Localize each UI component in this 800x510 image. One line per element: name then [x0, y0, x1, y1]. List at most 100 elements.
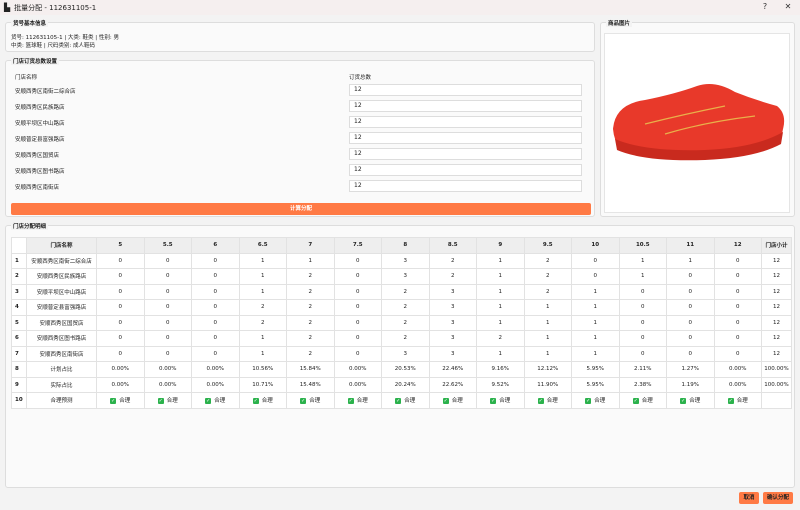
order-total-input[interactable]: 12 [349, 100, 582, 112]
cell[interactable]: 2 [286, 299, 335, 316]
cell[interactable]: 0 [713, 252, 762, 269]
cell[interactable]: 0 [191, 268, 240, 285]
order-total-input[interactable]: 12 [349, 116, 582, 128]
cell[interactable]: 0.00% [143, 376, 192, 393]
cell[interactable]: 15.48% [286, 376, 335, 393]
cell[interactable]: 0.00% [713, 361, 762, 378]
cell[interactable]: 0 [713, 268, 762, 285]
cell[interactable]: 100.00% [761, 376, 792, 393]
order-total-input[interactable]: 12 [349, 84, 582, 96]
cell[interactable]: 0.00% [96, 361, 145, 378]
help-button[interactable]: ? [758, 2, 772, 11]
cell[interactable]: 0 [618, 283, 667, 300]
checkbox-checked-icon[interactable]: ✓ [490, 397, 497, 404]
cell[interactable]: 0 [143, 268, 192, 285]
cancel-button[interactable]: 取消 [739, 492, 759, 504]
cell[interactable]: 0 [143, 314, 192, 331]
cell[interactable]: 3 [428, 314, 477, 331]
cell[interactable]: 1 [476, 268, 525, 285]
check-cell[interactable]: ✓ 合理 [381, 392, 430, 409]
cell[interactable]: 5.95% [571, 376, 620, 393]
cell[interactable]: 1 [476, 345, 525, 362]
cell[interactable]: 12 [761, 299, 792, 316]
cell[interactable]: 0 [96, 330, 145, 347]
checkbox-checked-icon[interactable]: ✓ [680, 397, 687, 404]
cell[interactable]: 1.19% [666, 376, 715, 393]
cell[interactable]: 1 [571, 330, 620, 347]
cell[interactable]: 0.00% [191, 361, 240, 378]
cell[interactable]: 100.00% [761, 361, 792, 378]
cell[interactable]: 2 [381, 299, 430, 316]
cell[interactable]: 20.24% [381, 376, 430, 393]
cell[interactable]: 0 [666, 330, 715, 347]
cell[interactable]: 1.27% [666, 361, 715, 378]
cell[interactable]: 0 [333, 299, 382, 316]
cell[interactable]: 3 [428, 345, 477, 362]
cell[interactable]: 1 [286, 252, 335, 269]
row-label[interactable]: 安顺西秀区图书路店 [26, 330, 97, 347]
cell[interactable]: 2 [428, 268, 477, 285]
cell[interactable]: 0 [333, 283, 382, 300]
cell[interactable]: 0 [618, 299, 667, 316]
cell[interactable]: 3 [381, 345, 430, 362]
row-label[interactable]: 安顺西秀区国贸店 [26, 314, 97, 331]
cell[interactable]: 12 [761, 268, 792, 285]
row-label[interactable]: 实际占比 [26, 376, 97, 393]
cell[interactable]: 0 [713, 330, 762, 347]
cell[interactable]: 2 [476, 330, 525, 347]
cell[interactable]: 2.38% [618, 376, 667, 393]
cell[interactable]: 2 [286, 283, 335, 300]
checkbox-checked-icon[interactable]: ✓ [205, 397, 212, 404]
cell[interactable]: 0 [666, 314, 715, 331]
row-label[interactable]: 安顺西秀区南街二综合店 [26, 252, 97, 269]
cell[interactable]: 12 [761, 283, 792, 300]
cell[interactable]: 12 [761, 252, 792, 269]
order-total-input[interactable]: 12 [349, 164, 582, 176]
cell[interactable]: 10.56% [238, 361, 287, 378]
cell[interactable]: 0 [713, 314, 762, 331]
cell[interactable]: 0 [666, 299, 715, 316]
cell[interactable]: 12 [761, 330, 792, 347]
cell[interactable]: 0.00% [713, 376, 762, 393]
check-cell[interactable]: ✓ 合理 [191, 392, 240, 409]
cell[interactable]: 3 [428, 283, 477, 300]
cell[interactable]: 0 [618, 330, 667, 347]
row-label[interactable]: 安顺西秀区民族路店 [26, 268, 97, 285]
row-label[interactable]: 安顺普定县富强路店 [26, 299, 97, 316]
cell[interactable]: 20.53% [381, 361, 430, 378]
cell[interactable]: 2 [523, 268, 572, 285]
cell[interactable]: 0 [191, 252, 240, 269]
cell[interactable]: 0 [143, 299, 192, 316]
cell[interactable]: 0 [96, 314, 145, 331]
cell[interactable]: 0 [333, 345, 382, 362]
cell[interactable]: 5.95% [571, 361, 620, 378]
checkbox-checked-icon[interactable]: ✓ [347, 397, 354, 404]
cell[interactable]: 0 [713, 299, 762, 316]
cell[interactable]: 0 [191, 314, 240, 331]
check-cell[interactable]: ✓ 合理 [286, 392, 335, 409]
cell[interactable]: 1 [476, 283, 525, 300]
cell[interactable]: 0 [618, 314, 667, 331]
cell[interactable]: 1 [571, 283, 620, 300]
cell[interactable]: 0 [143, 252, 192, 269]
cell[interactable]: 0 [96, 252, 145, 269]
check-cell[interactable]: ✓ 合理 [476, 392, 525, 409]
cell[interactable]: 3 [428, 299, 477, 316]
cell[interactable]: 0 [666, 283, 715, 300]
cell[interactable]: 0.00% [191, 376, 240, 393]
cell[interactable]: 3 [381, 268, 430, 285]
checkbox-checked-icon[interactable]: ✓ [537, 397, 544, 404]
cell[interactable]: 1 [523, 314, 572, 331]
check-cell[interactable]: ✓ 合理 [143, 392, 192, 409]
calculate-allocation-button[interactable]: 计算分配 [11, 203, 591, 215]
order-total-input[interactable]: 12 [349, 180, 582, 192]
row-label[interactable]: 安顺平坝区中山路店 [26, 283, 97, 300]
cell[interactable]: 1 [523, 299, 572, 316]
cell[interactable]: 2 [286, 330, 335, 347]
cell[interactable]: 0 [96, 268, 145, 285]
cell[interactable]: 2 [523, 283, 572, 300]
cell[interactable]: 15.84% [286, 361, 335, 378]
cell[interactable]: 1 [523, 345, 572, 362]
cell[interactable]: 0 [713, 283, 762, 300]
cell[interactable]: 0 [618, 345, 667, 362]
